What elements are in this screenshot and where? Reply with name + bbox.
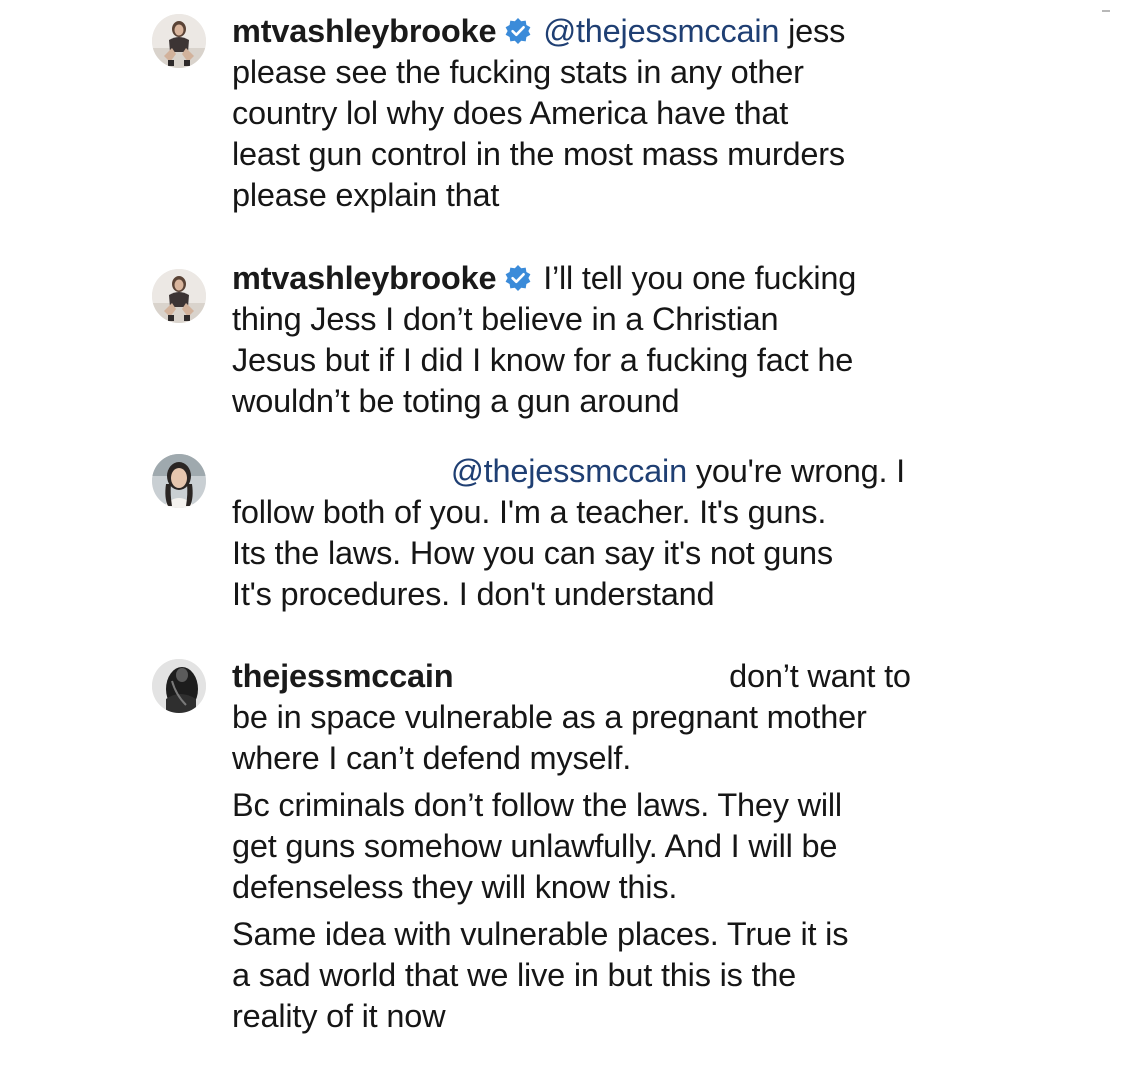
comment-text: please see the fucking stats in any othe… <box>232 54 804 90</box>
comment-text: reality of it now <box>232 998 446 1034</box>
comment-text: least gun control in the most mass murde… <box>232 136 845 172</box>
mention-link[interactable]: @thejessmccain <box>451 453 687 489</box>
comment-text: follow both of you. I'm a teacher. It's … <box>232 494 827 530</box>
verified-badge-icon <box>504 261 532 291</box>
comment-username[interactable]: mtvashleybrooke <box>232 13 497 49</box>
comment-first-line: mtvashleybrooke @thejessmccain jess <box>232 11 992 52</box>
mention-link[interactable]: @thejessmccain <box>543 13 779 49</box>
comment-text: where I can’t defend myself. <box>232 740 632 776</box>
comment-text: jess <box>788 13 846 49</box>
comment-paragraph: Same idea with vulnerable places. True i… <box>232 914 992 1037</box>
comment-text: country lol why does America have that <box>232 95 789 131</box>
comment-paragraph: be in space vulnerable as a pregnant mot… <box>232 697 992 779</box>
comment-text: be in space vulnerable as a pregnant mot… <box>232 699 867 735</box>
comment-text: Jesus but if I did I know for a fucking … <box>232 342 854 378</box>
avatar-dark-photo-icon[interactable] <box>152 659 206 713</box>
comment-text: defenseless they will know this. <box>232 869 678 905</box>
comment-text: Its the laws. How you can say it's not g… <box>232 535 833 571</box>
redacted-username <box>232 452 442 482</box>
avatar-woman-portrait-icon[interactable] <box>152 454 206 508</box>
comment-text: a sad world that we live in but this is … <box>232 957 797 993</box>
comment-text: don’t want to <box>729 658 911 694</box>
comment-first-line: mtvashleybrooke I’ll tell you one fuckin… <box>232 258 992 299</box>
comment-username[interactable]: mtvashleybrooke <box>232 260 497 296</box>
comment-text: please explain that <box>232 177 500 213</box>
comment-text: thing Jess I don’t believe in a Christia… <box>232 301 779 337</box>
comment-paragraph: Bc criminals don’t follow the laws. They… <box>232 785 992 908</box>
comment-text: It's procedures. I don't understand <box>232 576 715 612</box>
comment-first-line: @thejessmccain you're wrong. I <box>232 451 992 492</box>
comment-text: you're wrong. I <box>695 453 905 489</box>
verified-badge-icon <box>504 14 532 44</box>
avatar-woman-sitting-icon[interactable] <box>152 14 206 68</box>
comment-text: wouldn’t be toting a gun around <box>232 383 680 419</box>
comment-text: get guns somehow unlawfully. And I will … <box>232 828 838 864</box>
corner-mark <box>1102 10 1110 12</box>
comment-username[interactable]: thejessmccain <box>232 658 454 694</box>
comment-text: Same idea with vulnerable places. True i… <box>232 916 849 952</box>
comment-text: I’ll tell you one fucking <box>543 260 857 296</box>
avatar-woman-sitting-icon[interactable] <box>152 269 206 323</box>
comment-first-line: thejessmccain don’t want to <box>232 656 992 697</box>
redacted-mention <box>462 657 720 687</box>
comment-text: Bc criminals don’t follow the laws. They… <box>232 787 842 823</box>
